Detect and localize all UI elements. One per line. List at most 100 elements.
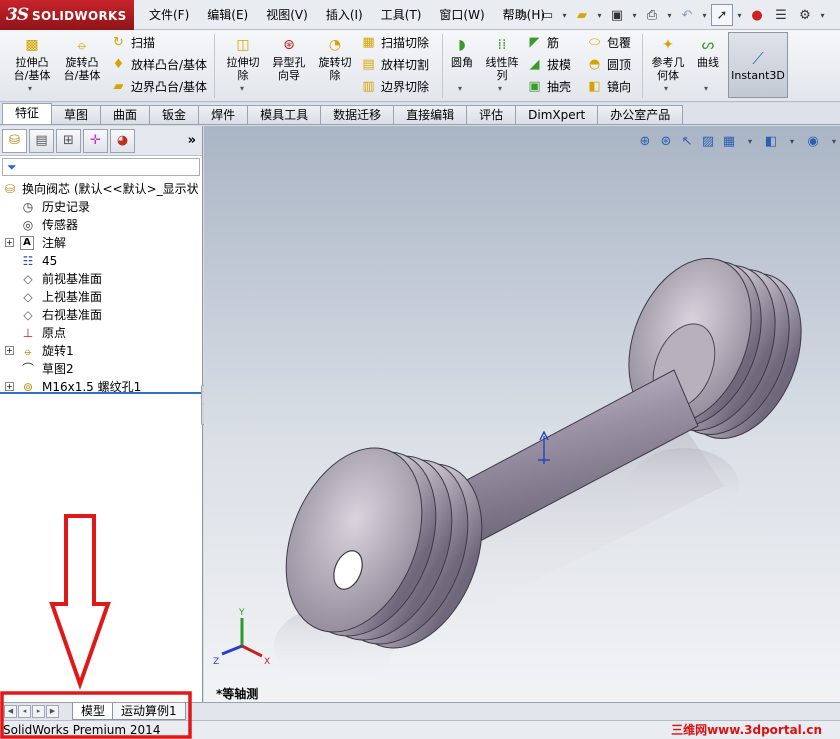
boundary-cut-button[interactable]: ▥ 边界切除 (360, 78, 429, 95)
open-folder-icon[interactable]: ▰ (571, 4, 593, 26)
menu-window[interactable]: 窗口(W) (430, 0, 493, 30)
tab-mold-tools[interactable]: 模具工具 (247, 105, 322, 124)
shell-button[interactable]: ▣ 抽壳 (526, 78, 571, 95)
tree-item-history[interactable]: ◷ 历史记录 (0, 198, 202, 216)
tab-dimxpert[interactable]: DimXpert (515, 105, 599, 124)
wrap-button[interactable]: ⬭ 包覆 (586, 34, 631, 51)
tree-item-origin[interactable]: ⊥ 原点 (0, 324, 202, 342)
tab-sheet-metal[interactable]: 钣金 (149, 105, 200, 124)
tab-office-products[interactable]: 办公室产品 (597, 105, 684, 124)
tree-item-revolve1[interactable]: + ⦵ 旋转1 (0, 342, 202, 360)
tab-sketch[interactable]: 草图 (51, 105, 102, 124)
pin-icon[interactable]: ✎ (512, 4, 534, 26)
linear-pattern-button[interactable]: ⁞⁞ 线性阵 列 (480, 36, 524, 83)
sweep-button[interactable]: ↻ 扫描 (110, 34, 155, 51)
menu-edit[interactable]: 编辑(E) (198, 0, 257, 30)
undo-icon[interactable]: ↶ (676, 4, 698, 26)
print-icon[interactable]: ⎙ (641, 4, 663, 26)
last-tab-icon[interactable]: ▶ (46, 705, 59, 718)
display-manager-tab-icon[interactable]: ◕ (110, 128, 135, 153)
expand-plus-icon[interactable]: + (5, 346, 14, 355)
tree-item-label: 上视基准面 (42, 290, 103, 304)
first-tab-icon[interactable]: ◀ (4, 705, 17, 718)
tab-direct-editing[interactable]: 直接编辑 (393, 105, 468, 124)
print-dropdown-icon[interactable]: ▾ (665, 11, 674, 20)
extrude-dropdown-icon[interactable]: ▾ (28, 84, 32, 93)
tab-model[interactable]: 模型 (72, 703, 115, 720)
draft-button[interactable]: ◢ 拔模 (526, 56, 572, 73)
loft-boss-icon: ♦ (112, 57, 125, 72)
rib-button[interactable]: ◤ 筋 (526, 34, 560, 51)
save-dropdown-icon[interactable]: ▾ (630, 11, 639, 20)
next-tab-icon[interactable]: ▸ (32, 705, 45, 718)
file-properties-icon[interactable]: ☰ (770, 4, 792, 26)
ref-geometry-dropdown-icon[interactable]: ▾ (664, 84, 668, 93)
tree-item-right-plane[interactable]: ◇ 右视基准面 (0, 306, 202, 324)
traffic-light-icon[interactable]: ● (746, 4, 768, 26)
curves-button[interactable]: ᔕ 曲线 (692, 36, 724, 70)
reference-geometry-button[interactable]: ✦ 参考几 何体 (646, 36, 690, 83)
site-watermark: 三维网www.3dportal.cn (671, 723, 822, 737)
loft-boss-button[interactable]: ♦ 放样凸台/基体 (110, 56, 207, 73)
curves-dropdown-icon[interactable]: ▾ (704, 84, 708, 93)
open-dropdown-icon[interactable]: ▾ (595, 11, 604, 20)
tab-weldments[interactable]: 焊件 (198, 105, 249, 124)
instant3d-button[interactable]: ⟋ Instant3D (728, 32, 788, 98)
select-arrow-icon[interactable]: ➚ (711, 4, 733, 26)
tree-item-sensors[interactable]: ◎ 传感器 (0, 216, 202, 234)
menu-view[interactable]: 视图(V) (257, 0, 317, 30)
rib-icon: ◤ (529, 35, 540, 50)
tree-item-sketch2[interactable]: ⌒ 草图2 (0, 360, 202, 378)
rollback-bar[interactable] (0, 392, 203, 394)
menu-insert[interactable]: 插入(I) (317, 0, 372, 30)
tab-motion-study[interactable]: 运动算例1 (112, 703, 186, 720)
pattern-dropdown-icon[interactable]: ▾ (498, 84, 502, 93)
select-dropdown-icon[interactable]: ▾ (735, 11, 744, 20)
revolve-icon: ⦵ (22, 344, 34, 358)
configuration-manager-tab-icon[interactable]: ⊞ (56, 128, 81, 153)
property-manager-tab-icon[interactable]: ▤ (29, 128, 54, 153)
fillet-button[interactable]: ◗ 圆角 (446, 36, 478, 70)
expand-plus-icon[interactable]: + (5, 382, 14, 391)
lofted-cut-button[interactable]: ▤ 放样切割 (360, 56, 429, 73)
undo-dropdown-icon[interactable]: ▾ (700, 11, 709, 20)
menu-file[interactable]: 文件(F) (140, 0, 198, 30)
part-icon: ⛁ (4, 182, 16, 196)
tab-surfaces[interactable]: 曲面 (100, 105, 151, 124)
revolve-cut-button[interactable]: ◔ 旋转切 除 (312, 36, 358, 83)
mirror-button[interactable]: ◧ 镜向 (586, 78, 631, 95)
wrap-label: 包覆 (607, 36, 632, 50)
boundary-boss-button[interactable]: ▰ 边界凸台/基体 (110, 78, 208, 95)
hole-wizard-button[interactable]: ⊛ 异型孔 向导 (266, 36, 312, 83)
tree-item-annotations[interactable]: + A 注解 (0, 234, 202, 252)
options-dropdown-icon[interactable]: ▾ (818, 11, 827, 20)
tree-filter-input[interactable]: ⏷ (2, 158, 200, 176)
tab-features[interactable]: 特征 (2, 103, 53, 124)
extrude-cut-button[interactable]: ◫ 拉伸切 除 (220, 36, 266, 83)
tab-data-migration[interactable]: 数据迁移 (320, 105, 395, 124)
panel-expand-icon[interactable]: » (188, 133, 196, 148)
tree-item-top-plane[interactable]: ◇ 上视基准面 (0, 288, 202, 306)
dome-button[interactable]: ◓ 圆顶 (586, 56, 631, 73)
tree-item-material[interactable]: ☷ 45 (0, 252, 202, 270)
save-icon[interactable]: ▣ (606, 4, 628, 26)
dimxpert-manager-tab-icon[interactable]: ✛ (83, 128, 108, 153)
revolve-boss-button[interactable]: ⦵ 旋转凸 台/基体 (58, 36, 106, 83)
tree-item-front-plane[interactable]: ◇ 前视基准面 (0, 270, 202, 288)
separator (442, 34, 443, 98)
options-gear-icon[interactable]: ⚙ (794, 4, 816, 26)
tree-root[interactable]: ⛁ 换向阀芯 (默认<<默认>_显示状 (0, 180, 202, 198)
swept-cut-button[interactable]: ▦ 扫描切除 (360, 34, 429, 51)
new-document-icon[interactable]: ▭ (536, 4, 558, 26)
extrude-cut-dropdown-icon[interactable]: ▾ (240, 84, 244, 93)
graphics-viewport[interactable]: ⊕ ⊛ ↖ ▨ ▦ ▾ ◧ ▾ ◉ ▾ Y X Z *等轴测 (204, 126, 840, 702)
expand-plus-icon[interactable]: + (5, 238, 14, 247)
menu-tools[interactable]: 工具(T) (372, 0, 431, 30)
tree-item-label: 传感器 (42, 218, 79, 232)
tab-evaluate[interactable]: 评估 (466, 105, 517, 124)
fillet-dropdown-icon[interactable]: ▾ (458, 84, 462, 93)
new-dropdown-icon[interactable]: ▾ (560, 11, 569, 20)
feature-manager-tab-icon[interactable]: ⛁ (2, 128, 27, 153)
prev-tab-icon[interactable]: ◂ (18, 705, 31, 718)
extrude-boss-button[interactable]: ▩ 拉伸凸 台/基体 (8, 36, 56, 83)
